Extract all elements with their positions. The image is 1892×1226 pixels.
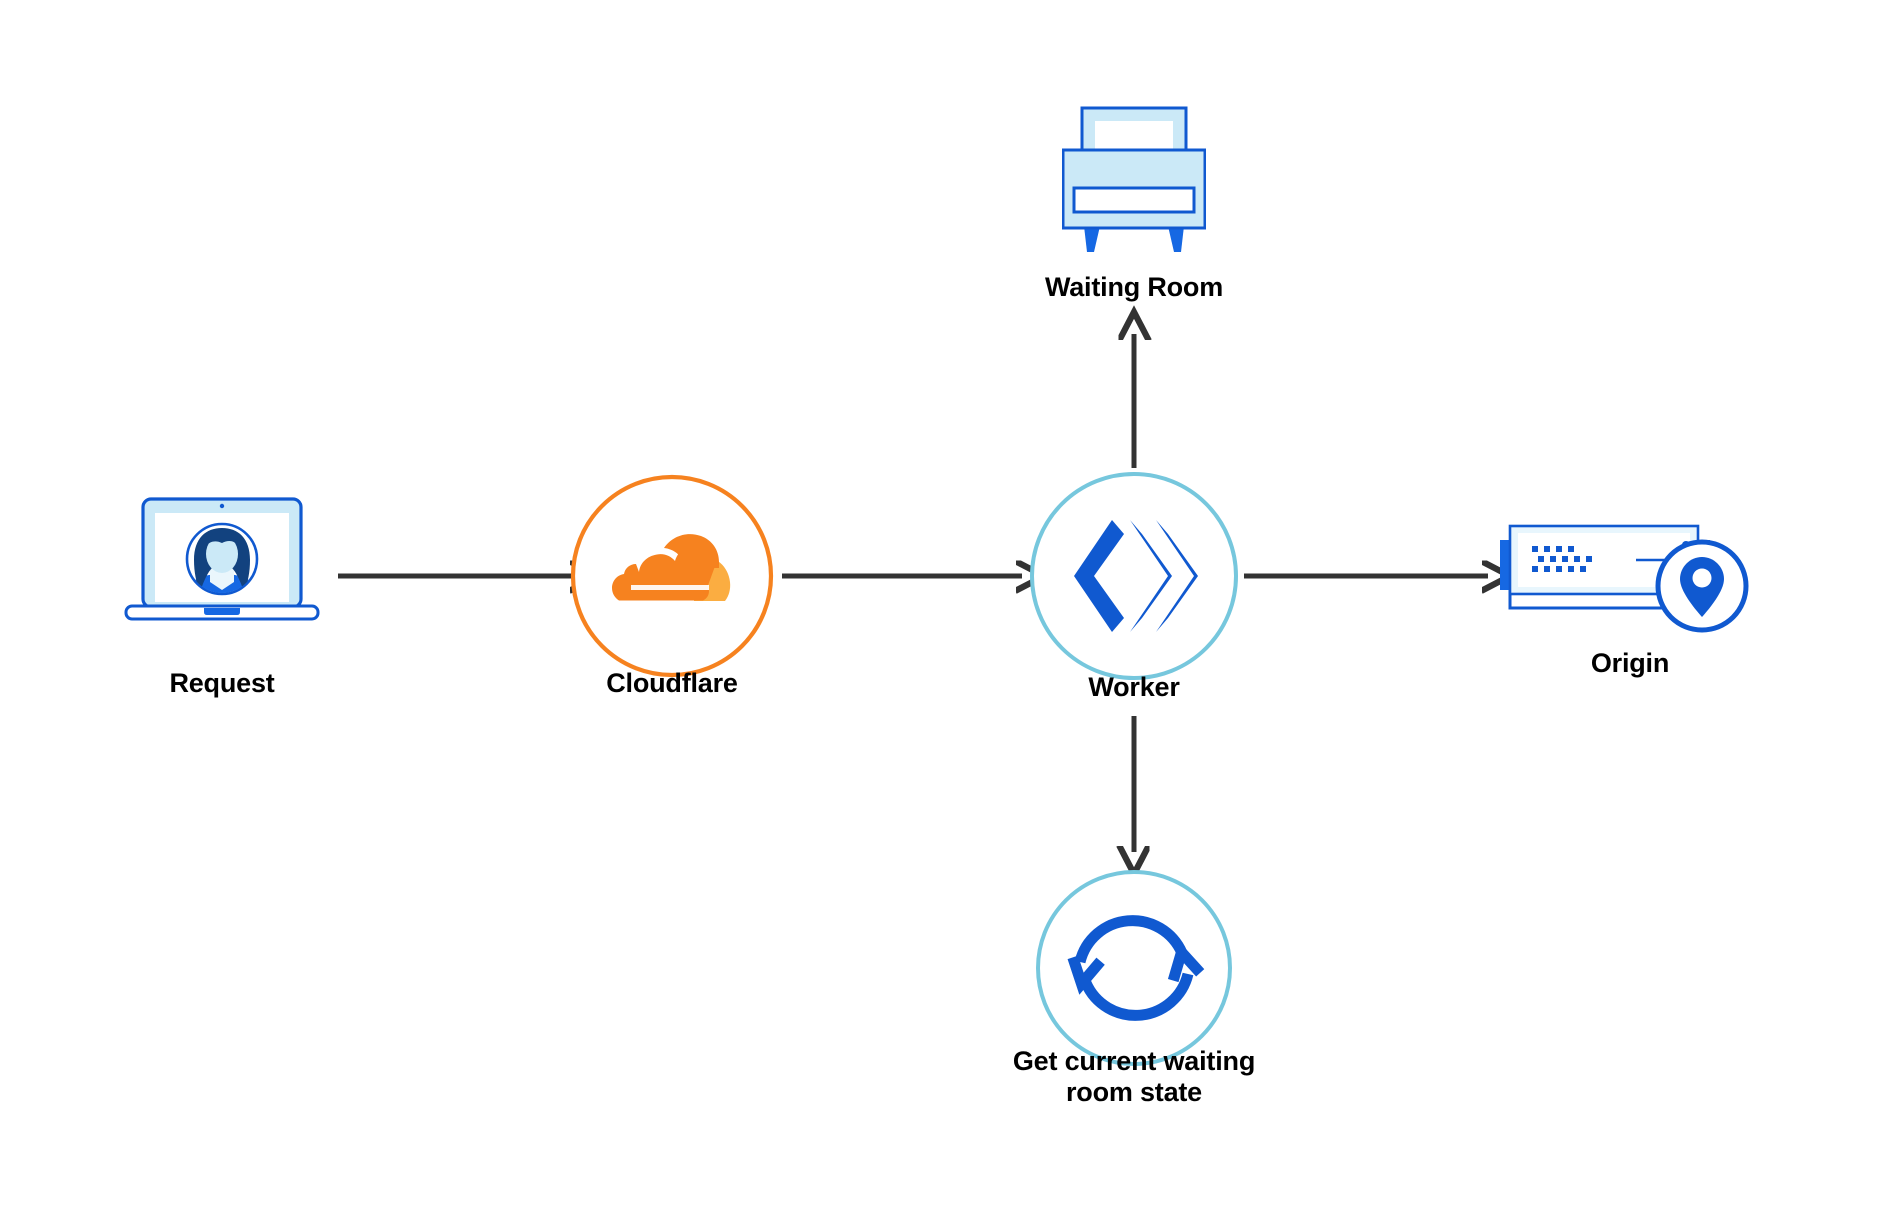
laptop-user-icon	[124, 497, 320, 621]
cloudflare-logo-icon	[570, 474, 774, 678]
diagram-canvas: Request Cloudflare Worker Waiting Room G…	[0, 0, 1892, 1226]
node-label-origin: Origin	[1590, 648, 1670, 678]
node-label-request: Request	[169, 668, 275, 698]
armchair-icon	[1062, 106, 1206, 252]
node-request[interactable]	[122, 496, 322, 624]
refresh-sync-icon	[1036, 870, 1232, 1066]
node-label-cloudflare: Cloudflare	[606, 668, 738, 698]
node-label-waiting-room: Waiting Room	[1044, 272, 1224, 302]
node-waiting-room-state[interactable]	[1032, 866, 1236, 1070]
origin-server-pin-icon	[1500, 524, 1749, 633]
node-worker[interactable]	[1026, 468, 1242, 684]
node-label-waiting-room-state: Get current waiting room state	[1012, 1046, 1256, 1108]
node-origin[interactable]	[1496, 516, 1756, 638]
node-waiting-room[interactable]	[1062, 102, 1206, 254]
cloudflare-workers-icon	[1030, 472, 1238, 680]
node-label-worker: Worker	[1088, 672, 1180, 702]
node-cloudflare[interactable]	[568, 472, 776, 680]
